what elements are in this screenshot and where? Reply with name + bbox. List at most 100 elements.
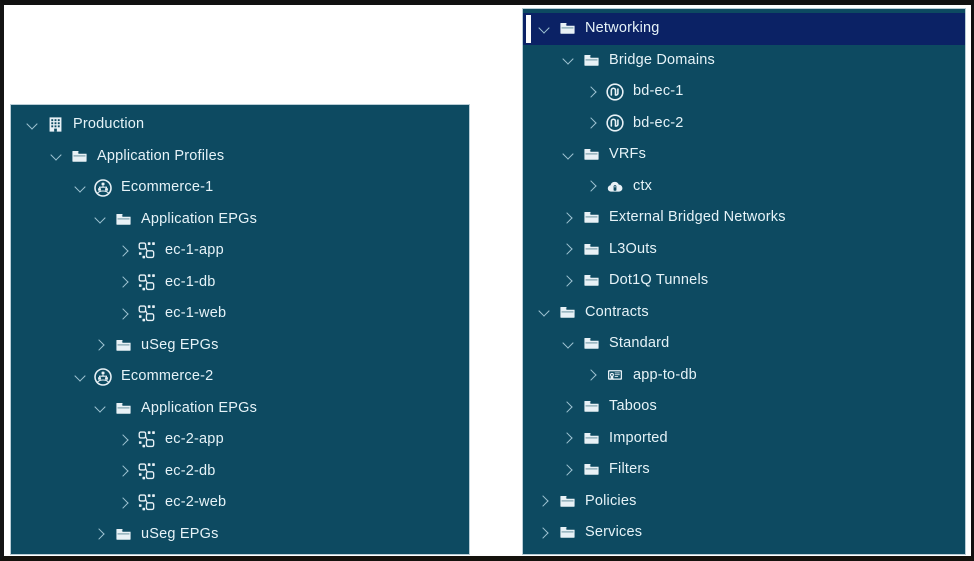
tree-row[interactable]: Bridge Domains (523, 45, 965, 77)
tree-row[interactable]: Imported (523, 423, 965, 455)
chevron-right-icon[interactable] (585, 367, 601, 383)
tree-row-label: ec-1-web (165, 306, 226, 322)
tenant-application-tree-panel: ProductionApplication Profiles Ecommerce-… (10, 104, 470, 555)
chevron-right-icon[interactable] (585, 84, 601, 100)
tree-row[interactable]: ec-2-web (11, 487, 469, 519)
chevron-right-icon[interactable] (93, 526, 109, 542)
tree-row[interactable]: uSeg EPGs (11, 330, 469, 362)
tree-row-label: Ecommerce-1 (121, 180, 213, 196)
tree-row[interactable]: Contracts (523, 297, 965, 329)
chevron-down-icon[interactable] (93, 211, 109, 227)
chevron-right-icon[interactable] (117, 306, 133, 322)
tree-row[interactable]: Application EPGs (11, 393, 469, 425)
tree-row[interactable]: Production (11, 109, 469, 141)
tree-row-label: VRFs (609, 147, 646, 163)
tree-row[interactable]: Dot1Q Tunnels (523, 265, 965, 297)
chevron-down-icon[interactable] (561, 336, 577, 352)
epg-icon (136, 462, 158, 481)
chevron-right-icon[interactable] (117, 274, 133, 290)
tree-row[interactable]: Ecommerce-2 (11, 361, 469, 393)
folder-icon (556, 303, 578, 322)
tree-row[interactable]: Services (523, 517, 965, 549)
chevron-right-icon[interactable] (561, 241, 577, 257)
chevron-right-icon[interactable] (585, 115, 601, 131)
chevron-right-icon[interactable] (117, 495, 133, 511)
folder-icon (112, 210, 134, 229)
chevron-right-icon[interactable] (537, 493, 553, 509)
folder-icon (112, 336, 134, 355)
folder-icon (580, 145, 602, 164)
tree-row-label: ec-2-web (165, 495, 226, 511)
folder-icon (556, 492, 578, 511)
folder-icon (112, 525, 134, 544)
chevron-down-icon[interactable] (537, 21, 553, 37)
application-tree: ProductionApplication Profiles Ecommerce-… (11, 105, 469, 550)
epg-icon (136, 430, 158, 449)
epg-icon (136, 273, 158, 292)
chevron-right-icon[interactable] (585, 178, 601, 194)
chevron-right-icon[interactable] (117, 432, 133, 448)
tree-row[interactable]: ec-2-db (11, 456, 469, 488)
tree-row[interactable]: Policies (523, 486, 965, 518)
tree-row[interactable]: ctx (523, 171, 965, 203)
app-profile-icon (92, 178, 114, 197)
folder-icon (580, 51, 602, 70)
tree-row[interactable]: bd-ec-2 (523, 108, 965, 140)
chevron-down-icon[interactable] (537, 304, 553, 320)
tree-row-label: ec-1-db (165, 275, 216, 291)
tree-row[interactable]: ec-2-app (11, 424, 469, 456)
tree-row-label: bd-ec-1 (633, 84, 684, 100)
chevron-down-icon[interactable] (73, 180, 89, 196)
folder-icon (556, 19, 578, 38)
tree-row[interactable]: Standard (523, 328, 965, 360)
chevron-right-icon[interactable] (117, 243, 133, 259)
tree-row[interactable]: Filters (523, 454, 965, 486)
chevron-down-icon[interactable] (561, 52, 577, 68)
tree-row-label: uSeg EPGs (141, 338, 219, 354)
epg-icon (136, 241, 158, 260)
tree-row[interactable]: ec-1-app (11, 235, 469, 267)
chevron-right-icon[interactable] (561, 462, 577, 478)
tree-row[interactable]: Application Profiles (11, 141, 469, 173)
tree-row[interactable]: VRFs (523, 139, 965, 171)
screenshot-root: ProductionApplication Profiles Ecommerce-… (0, 0, 974, 561)
chevron-down-icon[interactable] (93, 400, 109, 416)
folder-icon (580, 208, 602, 227)
tree-row[interactable]: External Bridged Networks (523, 202, 965, 234)
tree-row-label: app-to-db (633, 368, 697, 384)
app-profile-icon (92, 367, 114, 386)
chevron-down-icon[interactable] (561, 147, 577, 163)
chevron-right-icon[interactable] (561, 430, 577, 446)
tree-row[interactable]: ec-1-db (11, 267, 469, 299)
bridge-domain-icon (604, 82, 626, 101)
chevron-right-icon[interactable] (561, 273, 577, 289)
chevron-right-icon[interactable] (117, 463, 133, 479)
tree-row-label: bd-ec-2 (633, 116, 684, 132)
tree-row-label: ctx (633, 179, 652, 195)
tree-row[interactable]: L3Outs (523, 234, 965, 266)
folder-icon (580, 334, 602, 353)
tree-row-label: Dot1Q Tunnels (609, 273, 708, 289)
tree-row-label: Application EPGs (141, 212, 257, 228)
folder-icon (580, 460, 602, 479)
tree-row[interactable]: Ecommerce-1 (11, 172, 469, 204)
chevron-right-icon[interactable] (561, 399, 577, 415)
tree-row[interactable]: app-to-db (523, 360, 965, 392)
tree-row[interactable]: Taboos (523, 391, 965, 423)
tree-row-label: Services (585, 525, 642, 541)
chevron-down-icon[interactable] (25, 117, 41, 133)
tree-row[interactable]: bd-ec-1 (523, 76, 965, 108)
tree-row-label: Application EPGs (141, 401, 257, 417)
tree-row-label: uSeg EPGs (141, 527, 219, 543)
tree-row[interactable]: Networking (523, 13, 965, 45)
chevron-down-icon[interactable] (49, 148, 65, 164)
chevron-down-icon[interactable] (73, 369, 89, 385)
tree-row[interactable]: uSeg EPGs (11, 519, 469, 551)
folder-icon (68, 147, 90, 166)
tree-row[interactable]: Application EPGs (11, 204, 469, 236)
tree-row-label: Imported (609, 431, 668, 447)
chevron-right-icon[interactable] (93, 337, 109, 353)
tree-row[interactable]: ec-1-web (11, 298, 469, 330)
chevron-right-icon[interactable] (537, 525, 553, 541)
chevron-right-icon[interactable] (561, 210, 577, 226)
